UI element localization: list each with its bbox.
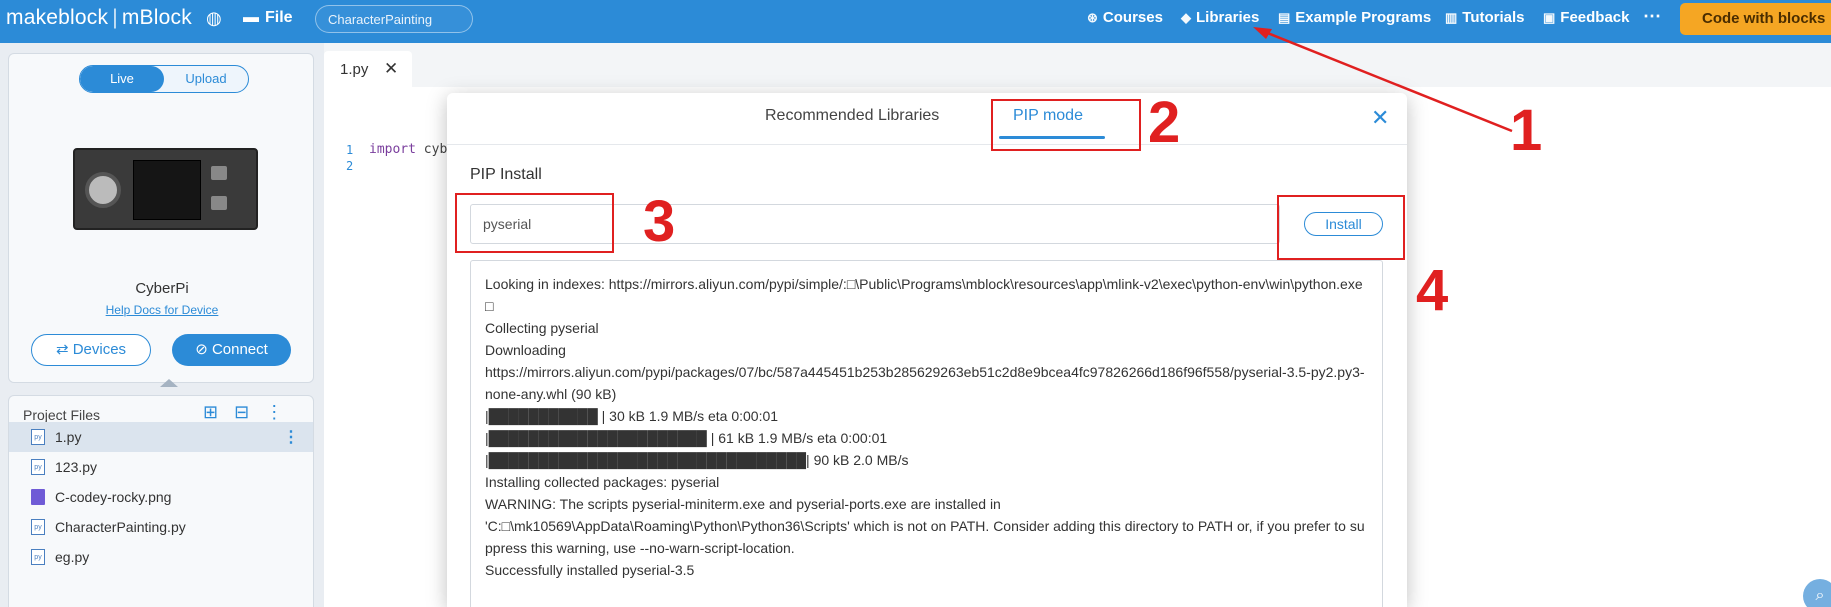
log-line: WARNING: The scripts pyserial-miniterm.e… — [485, 496, 1001, 512]
annotation-number-2: 2 — [1148, 90, 1181, 155]
log-line: Looking in indexes: https://mirrors.aliy… — [485, 276, 1363, 314]
annotation-box-pip-tab — [991, 99, 1141, 151]
annotation-box-input — [455, 193, 614, 253]
modal-tabs: Recommended Libraries PIP mode ✕ — [447, 93, 1407, 145]
annotation-box-install — [1277, 195, 1405, 260]
log-line: https://mirrors.aliyun.com/pypi/packages… — [485, 364, 1365, 402]
close-icon[interactable]: ✕ — [1371, 105, 1389, 131]
log-line: 'C:□\mk10569\AppData\Roaming\Python\Pyth… — [485, 518, 1365, 556]
library-modal: Recommended Libraries PIP mode ✕ PIP Ins… — [447, 93, 1407, 607]
log-line: Successfully installed pyserial-3.5 — [485, 562, 695, 578]
log-line: Downloading — [485, 342, 566, 358]
pip-install-title: PIP Install — [470, 166, 542, 183]
annotation-number-3: 3 — [643, 189, 676, 254]
log-line: |██████████████████████ | 61 kB 1.9 MB/s… — [485, 430, 888, 446]
log-line: |████████████████████████████████| 90 kB… — [485, 452, 909, 468]
log-line: Collecting pyserial — [485, 320, 599, 336]
log-line: Installing collected packages: pyserial — [485, 474, 720, 490]
annotation-number-4: 4 — [1416, 258, 1449, 323]
log-line: |███████████ | 30 kB 1.9 MB/s eta 0:00:0… — [485, 408, 779, 424]
install-log: Looking in indexes: https://mirrors.aliy… — [470, 260, 1383, 607]
annotation-number-1: 1 — [1510, 98, 1543, 163]
tab-recommended-libraries[interactable]: Recommended Libraries — [765, 107, 939, 125]
